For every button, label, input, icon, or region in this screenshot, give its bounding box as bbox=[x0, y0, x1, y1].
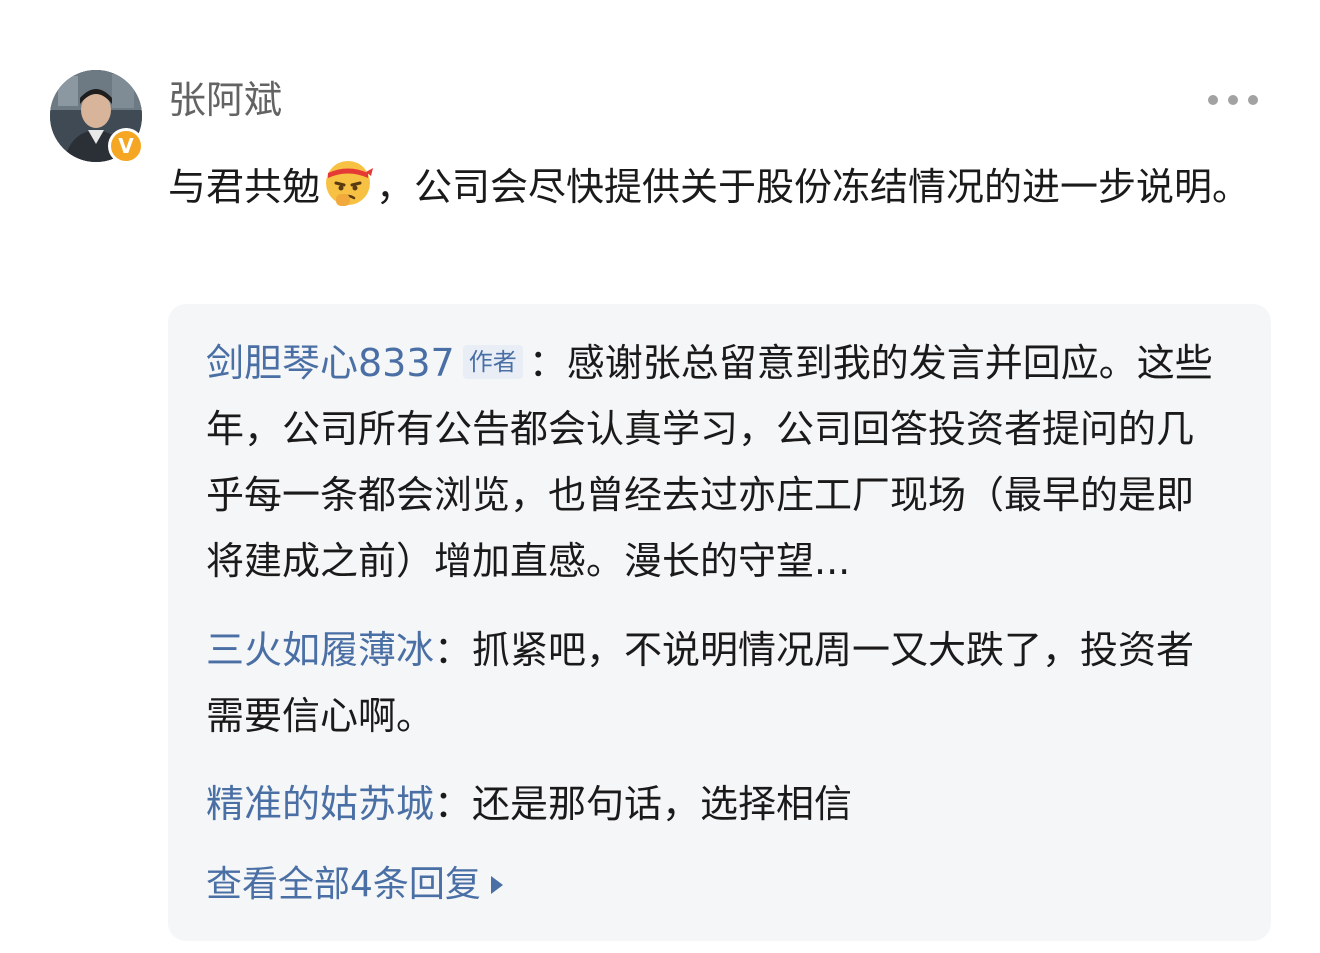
reply-separator: ： bbox=[528, 341, 567, 385]
reply-text: 还是那句话，选择相信 bbox=[472, 782, 853, 826]
verified-badge: V bbox=[108, 128, 144, 164]
reply-item: 三火如履薄冰：抓紧吧，不说明情况周一又大跌了，投资者需要信心啊。 bbox=[206, 617, 1226, 749]
reply-author[interactable]: 剑胆琴心8337 bbox=[206, 341, 455, 385]
reply-author[interactable]: 精准的姑苏城 bbox=[206, 782, 434, 826]
author-avatar[interactable]: V bbox=[50, 70, 144, 164]
comment-text-end: ，公司会尽快提供关于股份冻结情况的进一步说明。 bbox=[376, 165, 1251, 209]
reply-item: 精准的姑苏城：还是那句话，选择相信 bbox=[206, 771, 1226, 837]
comment-text-start: 与君共勉 bbox=[168, 165, 321, 209]
caret-right-icon bbox=[490, 876, 503, 894]
author-name[interactable]: 张阿斌 bbox=[168, 74, 282, 126]
comment-card: V 张阿斌 与君共勉 ，公司会尽快提供关于股份冻结情况的进一步说明。 剑胆琴心8… bbox=[0, 0, 1320, 953]
reply-item: 剑胆琴心8337 作者 ：感谢张总留意到我的发言并回应。这些年，公司所有公告都会认真… bbox=[206, 330, 1226, 594]
more-options-button[interactable] bbox=[1200, 82, 1266, 118]
reply-author[interactable]: 三火如履薄冰 bbox=[206, 628, 434, 672]
comment-text: 与君共勉 ，公司会尽快提供关于股份冻结情况的进一步说明。 bbox=[168, 156, 1258, 217]
replies-panel: 剑胆琴心8337 作者 ：感谢张总留意到我的发言并回应。这些年，公司所有公告都会认真… bbox=[168, 304, 1271, 941]
view-all-replies-label: 查看全部4条回复 bbox=[206, 864, 481, 905]
ellipsis-icon bbox=[1208, 95, 1218, 105]
ellipsis-icon bbox=[1228, 95, 1238, 105]
ellipsis-icon bbox=[1248, 95, 1258, 105]
reply-separator: ： bbox=[434, 628, 473, 672]
reply-separator: ： bbox=[434, 782, 473, 826]
author-tag-badge: 作者 bbox=[462, 345, 523, 379]
view-all-replies-link[interactable]: 查看全部4条回复 bbox=[206, 860, 503, 910]
determined-face-emoji bbox=[326, 161, 374, 206]
